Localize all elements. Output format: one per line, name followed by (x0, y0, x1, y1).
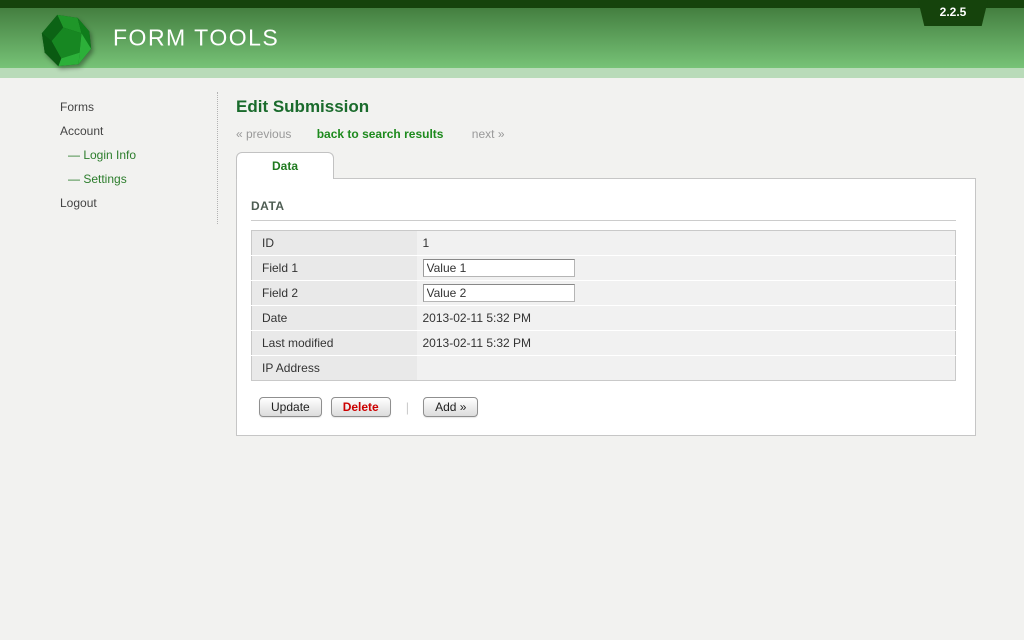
sidebar-item-logout[interactable]: Logout (60, 197, 217, 209)
sidebar-item-forms[interactable]: Forms (60, 101, 217, 113)
table-row-field2: Field 2 (252, 281, 956, 306)
row-value: 2013-02-11 5:32 PM (423, 309, 532, 327)
previous-link[interactable]: « previous (236, 127, 291, 141)
page-title: Edit Submission (236, 98, 977, 116)
table-row-date: Date 2013-02-11 5:32 PM (252, 306, 956, 331)
sidebar-item-logout-label[interactable]: Logout (60, 196, 97, 210)
formtools-logo-icon (38, 12, 96, 72)
back-to-search-results-link[interactable]: back to search results (317, 127, 444, 141)
row-value: 2013-02-11 5:32 PM (423, 334, 532, 352)
section-divider (251, 220, 956, 221)
submission-nav: « previous back to search results next » (236, 127, 977, 141)
sidebar-item-settings[interactable]: — Settings (60, 173, 217, 185)
table-row-field1: Field 1 (252, 256, 956, 281)
button-separator: | (406, 400, 409, 415)
update-button[interactable]: Update (259, 397, 322, 417)
tab-data[interactable]: Data (236, 152, 334, 179)
section-title: DATA (251, 199, 956, 213)
sidebar-item-forms-label[interactable]: Forms (60, 100, 94, 114)
sidebar-item-settings-label[interactable]: — Settings (68, 172, 127, 186)
app-header: FORM TOOLS (0, 8, 1024, 68)
sidebar-item-account-label[interactable]: Account (60, 124, 103, 138)
row-label: Field 1 (252, 256, 417, 281)
field2-input[interactable] (423, 284, 575, 302)
next-link[interactable]: next » (472, 127, 505, 141)
row-label: Last modified (252, 331, 417, 356)
delete-button[interactable]: Delete (331, 397, 391, 417)
sidebar-item-login-info-label[interactable]: — Login Info (68, 148, 136, 162)
sidebar-item-account[interactable]: Account (60, 125, 217, 137)
main-content: Edit Submission « previous back to searc… (217, 78, 977, 436)
sidebar-menu: Forms Account — Login Info — Settings Lo… (60, 101, 217, 209)
row-label: ID (252, 231, 417, 256)
data-panel: DATA ID 1 Field 1 Field 2 (236, 178, 976, 436)
row-label: Field 2 (252, 281, 417, 306)
sidebar-divider (217, 92, 218, 224)
sidebar: Forms Account — Login Info — Settings Lo… (0, 78, 217, 436)
action-buttons: Update Delete | Add » (259, 397, 956, 417)
field1-input[interactable] (423, 259, 575, 277)
sidebar-item-login-info[interactable]: — Login Info (60, 149, 217, 161)
version-badge: 2.2.5 (918, 0, 988, 26)
row-label: IP Address (252, 356, 417, 381)
page-layout: Forms Account — Login Info — Settings Lo… (0, 78, 1024, 436)
table-row-last-modified: Last modified 2013-02-11 5:32 PM (252, 331, 956, 356)
top-bar (0, 0, 1024, 8)
version-label: 2.2.5 (940, 5, 967, 19)
submission-table: ID 1 Field 1 Field 2 Date (251, 230, 956, 381)
header-strip (0, 68, 1024, 78)
brand-title: FORM TOOLS (113, 25, 279, 52)
add-button[interactable]: Add » (423, 397, 478, 417)
row-value: 1 (423, 234, 430, 252)
table-row-ip-address: IP Address (252, 356, 956, 381)
row-label: Date (252, 306, 417, 331)
table-row-id: ID 1 (252, 231, 956, 256)
